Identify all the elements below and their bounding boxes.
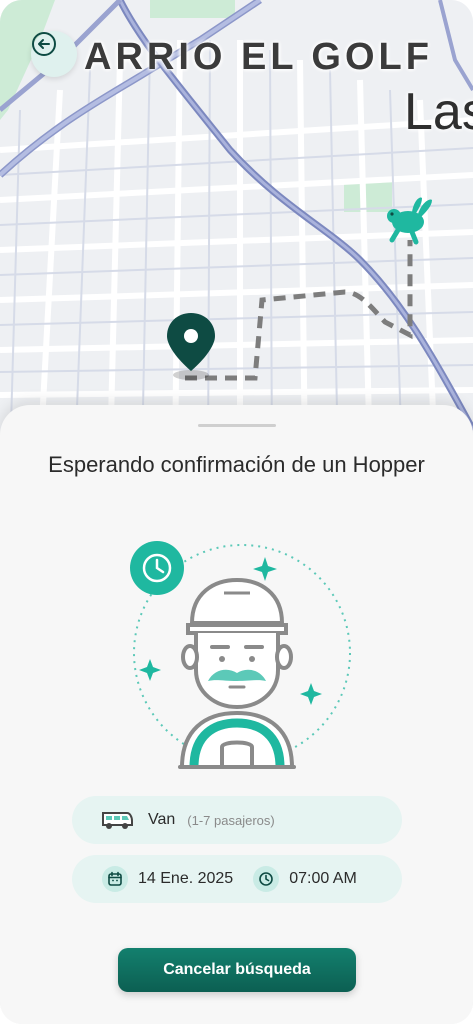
map-view[interactable]: ARRIO EL GOLF Las xyxy=(0,0,473,460)
rabbit-icon xyxy=(387,197,432,245)
vehicle-capacity: (1-7 pasajeros) xyxy=(187,812,275,828)
map-pin-icon xyxy=(167,313,215,380)
schedule-date: 14 Ene. 2025 xyxy=(138,870,234,887)
cancel-search-button[interactable]: Cancelar búsqueda xyxy=(118,948,356,992)
vehicle-chip: Van (1-7 pasajeros) xyxy=(72,796,402,844)
city-label: Las xyxy=(404,83,473,141)
schedule-chip: 14 Ene. 2025 07:00 AM xyxy=(72,855,402,903)
driver-waiting-illustration xyxy=(124,535,354,775)
calendar-icon xyxy=(102,866,128,892)
district-label: ARRIO EL GOLF xyxy=(84,36,433,78)
clock-icon xyxy=(253,866,280,892)
schedule-time: 07:00 AM xyxy=(289,870,357,887)
clock-badge xyxy=(130,541,184,595)
van-icon xyxy=(100,809,134,831)
back-button[interactable] xyxy=(31,31,77,77)
sheet-handle[interactable] xyxy=(198,424,276,427)
arrow-left-icon xyxy=(32,32,56,56)
vehicle-name: Van xyxy=(148,811,176,828)
bottom-sheet: Esperando confirmación de un Hopper Van … xyxy=(0,405,473,1024)
app-screen: ARRIO EL GOLF Las xyxy=(0,0,473,1024)
sheet-title: Esperando confirmación de un Hopper xyxy=(48,452,425,477)
